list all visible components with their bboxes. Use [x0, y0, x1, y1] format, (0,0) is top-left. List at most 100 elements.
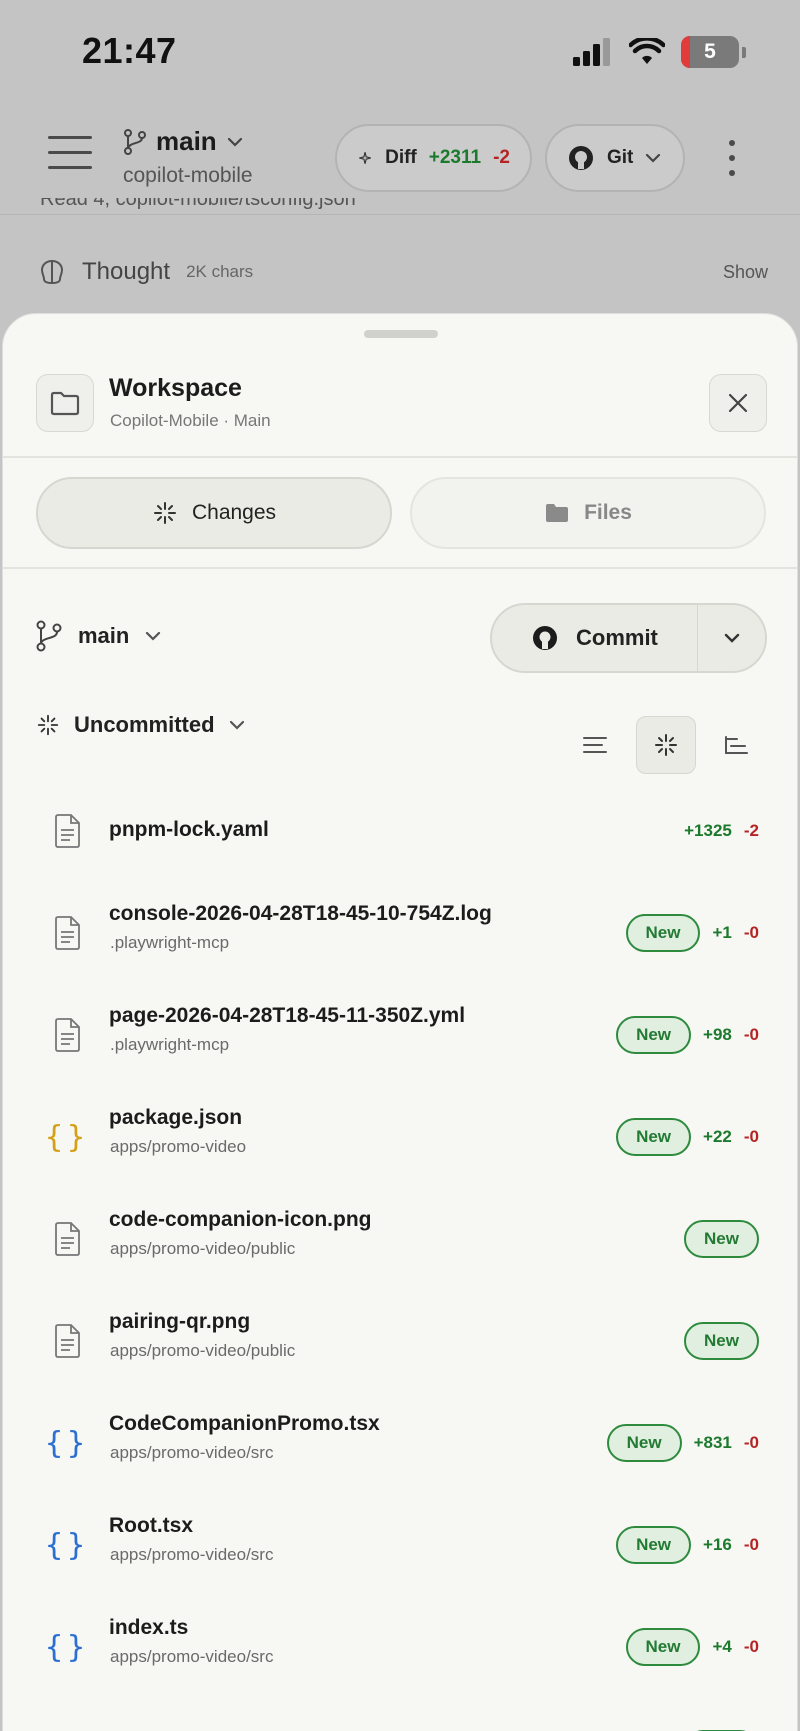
chevron-down-icon — [227, 137, 242, 147]
new-badge: New — [606, 1424, 682, 1462]
battery-level: 5 — [704, 40, 716, 63]
folder-icon — [546, 504, 569, 522]
tab-files[interactable]: Files — [410, 477, 766, 549]
file-name: package.json — [109, 1106, 243, 1129]
commit-options-button[interactable] — [698, 633, 765, 643]
file-stats: New +16 -0 — [616, 1526, 759, 1564]
file-stats: New +1 -0 — [625, 914, 759, 952]
file-row[interactable]: code-companion-icon.png apps/promo-video/… — [3, 1188, 797, 1290]
chevron-down-icon — [724, 633, 739, 643]
branch-name: main — [78, 623, 130, 648]
changes-view-button[interactable] — [636, 716, 696, 774]
lines-removed: -0 — [743, 1535, 759, 1554]
diff-button[interactable]: Diff +2311 -2 — [335, 124, 532, 192]
sheet-grabber[interactable] — [364, 330, 438, 338]
file-row[interactable]: {} Root.tsx apps/promo-video/src New +16 -0 — [3, 1494, 797, 1596]
header-branch-name: main — [156, 126, 217, 156]
file-name: index.ts — [109, 1616, 189, 1639]
chat-partial-text: Read 4, copilot-mobile/tsconfig.json — [40, 198, 356, 210]
sparkle-icon — [153, 502, 176, 524]
diff-label: Diff — [385, 147, 417, 168]
new-badge: New — [616, 1526, 692, 1564]
file-stats: New +4 -0 — [625, 1628, 759, 1666]
file-row[interactable]: {} package.json apps/promo-video New +22 -0 — [3, 1086, 797, 1188]
file-icon — [49, 913, 85, 953]
sparkle-icon — [655, 734, 677, 756]
git-button[interactable]: Git — [545, 124, 685, 192]
close-button[interactable] — [709, 374, 767, 432]
tree-view-button[interactable] — [706, 716, 766, 774]
file-path: .playwright-mcp — [110, 933, 230, 952]
file-icon — [49, 1321, 85, 1361]
lines-removed: -2 — [743, 821, 759, 840]
file-row[interactable]: {} CodeCompanionPromo.tsx apps/promo-video… — [3, 1392, 797, 1494]
scope-label: Uncommitted — [74, 712, 215, 737]
code-braces-icon: {} — [44, 1425, 90, 1461]
file-name: code-companion-icon.png — [109, 1208, 372, 1231]
chevron-down-icon — [646, 153, 661, 163]
menu-icon[interactable] — [48, 136, 92, 176]
file-row[interactable]: pairing-qr.png apps/promo-video/public New — [3, 1290, 797, 1392]
lines-added: +22 — [703, 1127, 732, 1146]
file-row[interactable]: pnpm-lock.yaml +1325 -2 — [3, 780, 797, 882]
new-badge: New — [616, 1118, 692, 1156]
lines-added: +98 — [703, 1025, 732, 1044]
file-path: apps/promo-video/public — [110, 1239, 296, 1258]
commit-label: Commit — [576, 625, 658, 650]
workspace-sheet: Workspace Copilot-Mobile · Main Changes … — [2, 313, 798, 1731]
thought-chars: 2K chars — [186, 262, 254, 281]
tree-icon — [725, 736, 748, 754]
branch-switcher[interactable]: main — [124, 126, 243, 157]
file-stats: New +98 -0 — [616, 1016, 759, 1054]
file-stats: New +831 -0 — [606, 1424, 759, 1462]
file-row[interactable]: page-2026-04-28T18-45-11-350Z.yml .playwr… — [3, 984, 797, 1086]
lines-removed: -0 — [743, 1433, 759, 1452]
file-name: Root.tsx — [109, 1514, 193, 1537]
lines-added: +1325 — [684, 821, 732, 840]
github-icon — [533, 626, 557, 650]
file-path: apps/promo-video/public — [110, 1341, 296, 1360]
diff-added: +2311 — [428, 147, 482, 168]
lines-removed: -0 — [743, 1637, 759, 1656]
git-label: Git — [607, 147, 634, 168]
new-badge: New — [684, 1322, 759, 1360]
scope-selector[interactable]: Uncommitted — [36, 712, 245, 738]
divider — [3, 456, 797, 458]
divider — [3, 567, 797, 569]
file-row[interactable]: {} index.ts apps/promo-video/src New +4 -0 — [3, 1596, 797, 1698]
chevron-down-icon — [146, 631, 161, 641]
file-name: CodeCompanionPromo.tsx — [109, 1412, 380, 1435]
wifi-icon — [629, 38, 665, 64]
list-icon — [583, 737, 607, 753]
file-path: apps/promo-video — [110, 1137, 247, 1156]
commit-button[interactable]: Commit — [492, 605, 698, 671]
status-bar: 21:47 5 — [0, 0, 800, 100]
branch-selector[interactable]: main — [36, 620, 161, 652]
lines-removed: -0 — [743, 1025, 759, 1044]
lines-added: +16 — [703, 1535, 732, 1554]
file-name: pairing-qr.png — [109, 1310, 251, 1333]
file-row[interactable]: {}types.d.tsNew — [3, 1698, 797, 1731]
more-options-icon[interactable] — [724, 140, 740, 176]
file-row[interactable]: console-2026-04-28T18-45-10-754Z.log .pla… — [3, 882, 797, 984]
file-stats: +1325 -2 — [684, 821, 759, 841]
lines-added: +831 — [693, 1433, 732, 1452]
header-repo-name: copilot-mobile — [123, 164, 253, 187]
file-path: apps/promo-video/src — [110, 1545, 274, 1564]
file-icon — [49, 1015, 85, 1055]
battery-tip — [742, 46, 746, 58]
sparkle-icon — [37, 714, 59, 736]
git-branch-icon — [36, 620, 62, 652]
new-badge: New — [684, 1220, 759, 1258]
git-branch-icon — [124, 128, 146, 155]
file-path: apps/promo-video/src — [110, 1647, 274, 1666]
lines-removed: -0 — [743, 1127, 759, 1146]
tab-changes[interactable]: Changes — [36, 477, 392, 549]
list-view-button[interactable] — [565, 716, 625, 774]
sheet-subtitle: Copilot-Mobile · Main — [110, 411, 271, 430]
lines-added: +1 — [712, 923, 732, 942]
file-stats: New — [684, 1220, 759, 1258]
thought-show-button[interactable]: Show — [723, 262, 768, 283]
commit-split-button: Commit — [490, 603, 767, 673]
sheet-title: Workspace — [109, 374, 242, 402]
